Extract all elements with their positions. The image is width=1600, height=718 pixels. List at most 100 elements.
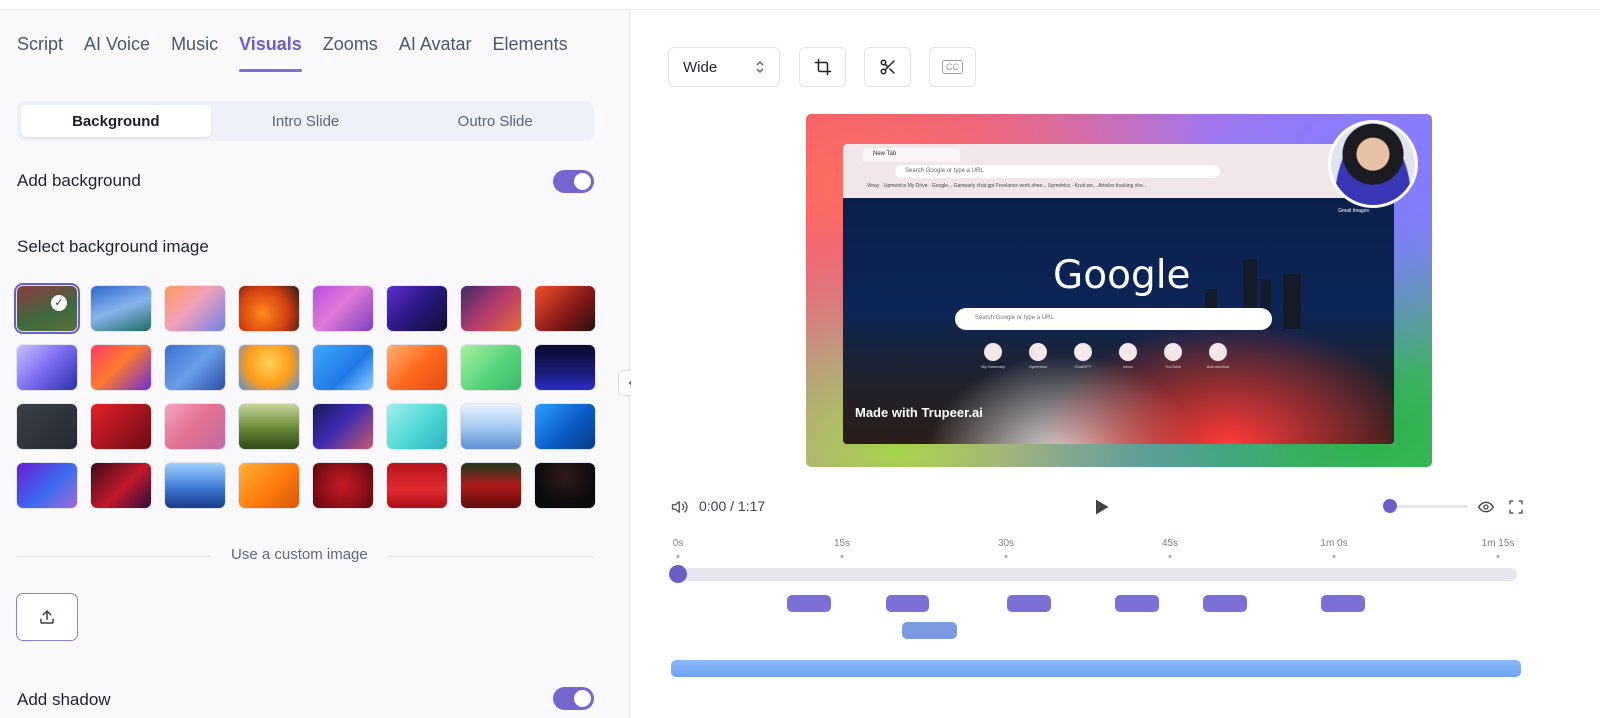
check-icon: ✓: [51, 295, 67, 311]
zoom-slider-knob[interactable]: [1383, 499, 1398, 513]
cc-icon: CC: [942, 60, 963, 74]
timeline-tick-dot: [1332, 555, 1336, 558]
background-thumbnail[interactable]: [386, 285, 448, 332]
shortcut-label: Upmetrics: [1028, 364, 1047, 369]
video-preview[interactable]: New Tab Search Google or type a URL Vina…: [806, 114, 1432, 467]
tab-zooms[interactable]: Zooms: [323, 34, 378, 72]
shortcut-label: Inbox: [1123, 364, 1133, 369]
shortcut-label: YouTube: [1165, 364, 1181, 369]
zoom-clip[interactable]: [885, 595, 930, 612]
background-thumbnail[interactable]: [16, 344, 78, 391]
top-divider: [0, 0, 1600, 10]
segment-intro-slide[interactable]: Intro Slide: [211, 105, 401, 137]
background-thumbnail[interactable]: [238, 285, 300, 332]
avatar-clip[interactable]: [902, 622, 957, 639]
play-icon[interactable]: [1094, 498, 1110, 516]
skyline-building: [1283, 274, 1301, 329]
background-thumbnail[interactable]: [460, 285, 522, 332]
background-thumbnail[interactable]: [16, 462, 78, 509]
segment-outro-slide[interactable]: Outro Slide: [400, 105, 590, 137]
settings-panel: Script AI Voice Music Visuals Zooms AI A…: [0, 10, 630, 718]
captions-button[interactable]: CC: [929, 47, 976, 87]
cut-button[interactable]: [864, 47, 911, 87]
add-background-toggle[interactable]: [553, 170, 594, 193]
google-newtab-background: Gmail Images Google Search Google or typ…: [843, 198, 1394, 444]
tab-script[interactable]: Script: [17, 34, 63, 72]
tab-ai-voice[interactable]: AI Voice: [84, 34, 150, 72]
google-search-box: Search Google or type a URL: [955, 308, 1272, 330]
google-shortcuts: My Gamearly Upmetrics ChatGPT Inbox YouTube A…: [981, 343, 1229, 369]
shortcut-icon: [1119, 343, 1137, 361]
background-thumbnail[interactable]: [534, 344, 596, 391]
video-track-bar[interactable]: [671, 660, 1521, 677]
background-thumbnail[interactable]: [312, 344, 374, 391]
zoom-clip[interactable]: [1115, 595, 1160, 612]
background-thumbnail[interactable]: [534, 462, 596, 509]
background-thumbnail[interactable]: [460, 462, 522, 509]
timeline-tick-label: 30s: [997, 538, 1015, 549]
segment-background[interactable]: Background: [21, 105, 211, 137]
shortcut-icon: [1209, 343, 1227, 361]
timeline-tick-dot: [840, 555, 844, 558]
background-thumbnail[interactable]: [386, 344, 448, 391]
background-thumbnail[interactable]: [90, 403, 152, 450]
background-thumbnail[interactable]: [90, 344, 152, 391]
background-thumbnail[interactable]: ✓: [14, 283, 80, 334]
add-shadow-toggle[interactable]: [553, 687, 594, 710]
tab-ai-avatar[interactable]: AI Avatar: [399, 34, 472, 72]
background-thumbnail[interactable]: [238, 462, 300, 509]
time-display: 0:00 / 1:17: [699, 498, 766, 514]
tab-elements[interactable]: Elements: [493, 34, 568, 72]
zoom-clip[interactable]: [1320, 595, 1365, 612]
zoom-clip[interactable]: [1202, 595, 1247, 612]
background-thumbnail[interactable]: [460, 403, 522, 450]
crop-button[interactable]: [799, 47, 846, 87]
timeline-ruler: 0s 15s 30s 45s 1m 0s 1m 15s: [671, 538, 1541, 568]
tab-visuals[interactable]: Visuals: [239, 34, 302, 72]
background-thumbnail[interactable]: [312, 285, 374, 332]
shortcut-icon: [1074, 343, 1092, 361]
background-thumbnail[interactable]: [534, 403, 596, 450]
background-thumbnail[interactable]: [90, 462, 152, 509]
fullscreen-icon[interactable]: [1508, 499, 1524, 515]
background-thumbnail[interactable]: [312, 403, 374, 450]
google-shortcut: My Gamearly: [981, 343, 1005, 369]
background-thumbnail[interactable]: [386, 403, 448, 450]
upload-custom-image-button[interactable]: [16, 593, 78, 641]
timeline-tick-dot: [676, 555, 680, 558]
background-thumbnail[interactable]: [312, 462, 374, 509]
google-shortcut: YouTube: [1163, 343, 1183, 369]
eye-icon[interactable]: [1477, 499, 1495, 515]
visuals-segmented-control: Background Intro Slide Outro Slide: [17, 101, 594, 141]
timeline-track[interactable]: [675, 568, 1517, 581]
preview-panel: Wide CC New Tab Search Google or type a …: [631, 10, 1600, 718]
chevron-updown-icon: [756, 60, 764, 74]
timeline-tick-label: 0s: [672, 538, 684, 549]
zoom-slider-track[interactable]: [1386, 505, 1468, 508]
background-thumbnail[interactable]: [164, 344, 226, 391]
background-thumbnail[interactable]: [386, 462, 448, 509]
ai-avatar-bubble: [1328, 120, 1418, 208]
background-thumbnail[interactable]: [534, 285, 596, 332]
volume-icon[interactable]: [671, 498, 689, 516]
background-thumbnail[interactable]: [16, 403, 78, 450]
timeline-tick-dot: [1496, 555, 1500, 558]
shortcut-label: ChatGPT: [1074, 364, 1092, 369]
google-shortcut: Inbox: [1118, 343, 1138, 369]
background-thumbnail[interactable]: [164, 462, 226, 509]
editor-tabs: Script AI Voice Music Visuals Zooms AI A…: [17, 34, 589, 72]
zoom-clip[interactable]: [787, 595, 832, 612]
background-thumbnail[interactable]: [90, 285, 152, 332]
timeline-playhead[interactable]: [669, 565, 687, 583]
background-thumbnail[interactable]: [460, 344, 522, 391]
background-thumbnail[interactable]: [164, 285, 226, 332]
add-shadow-label: Add shadow: [17, 690, 111, 709]
trupeer-watermark: Made with Trupeer.ai: [855, 405, 983, 420]
background-thumbnail[interactable]: [238, 403, 300, 450]
tab-music[interactable]: Music: [171, 34, 218, 72]
background-thumbnail[interactable]: [238, 344, 300, 391]
aspect-ratio-select[interactable]: Wide: [668, 47, 780, 87]
background-thumbnail[interactable]: [164, 403, 226, 450]
zoom-clip[interactable]: [1007, 595, 1051, 612]
timeline-tick-dot: [1168, 555, 1172, 558]
